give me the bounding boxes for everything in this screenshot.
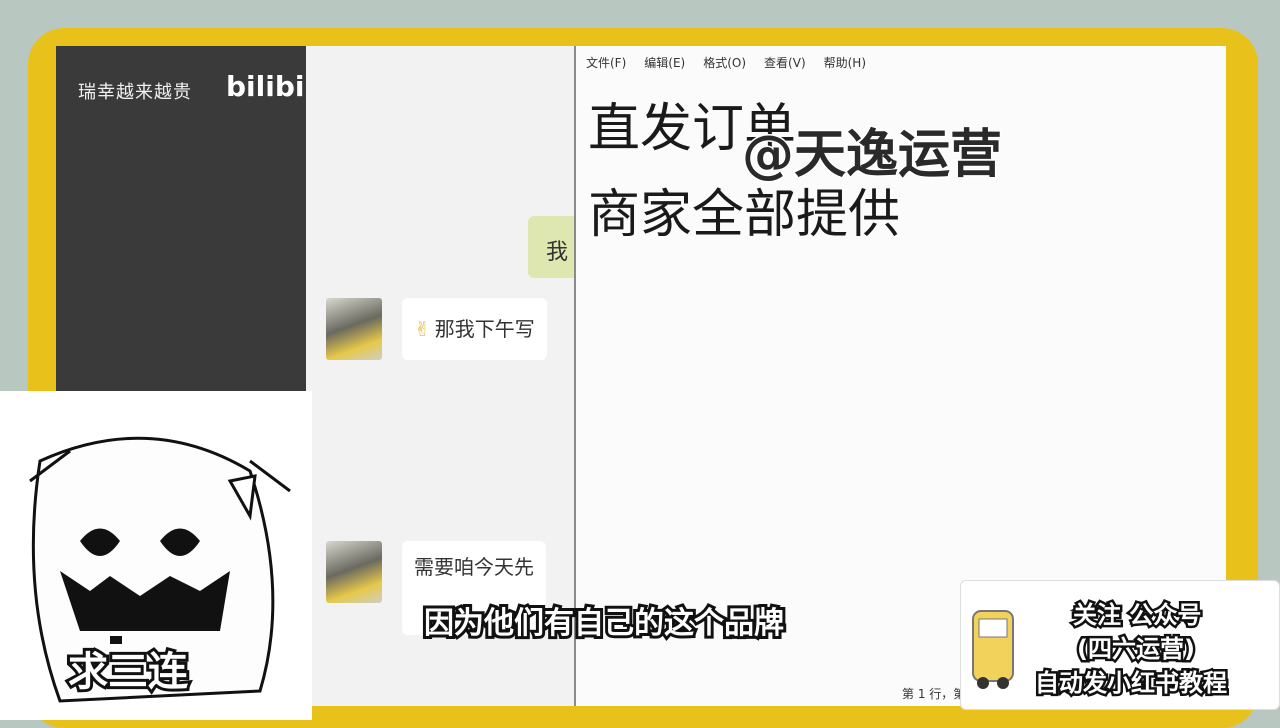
menu-format[interactable]: 格式(O)	[703, 54, 746, 71]
menu-bar: 文件(F) 编辑(E) 格式(O) 查看(V) 帮助(H)	[586, 54, 866, 71]
bus-mascot-icon	[972, 610, 1014, 689]
promo-line: 自动发小红书教程	[1033, 667, 1230, 700]
chat-message-text: 需要咱今天先	[414, 555, 534, 579]
sticker-caption: 求三连	[65, 646, 191, 698]
video-title-panel: 瑞幸越来越贵 bilibili	[56, 46, 324, 391]
chat-bubble-self: 我	[528, 216, 574, 278]
promo-card: 关注 公众号 (四六运营) 自动发小红书教程	[960, 580, 1280, 710]
avatar[interactable]	[326, 541, 382, 603]
promo-line: (四六运营)	[1075, 633, 1198, 666]
menu-help[interactable]: 帮助(H)	[824, 54, 866, 71]
promo-line: 关注 公众号	[1070, 599, 1203, 632]
menu-view[interactable]: 查看(V)	[764, 54, 806, 71]
status-bar: 第 1 行，第	[902, 687, 966, 701]
avatar[interactable]	[326, 298, 382, 360]
chat-message-text: 那我下午写	[434, 317, 535, 341]
video-title: 瑞幸越来越贵	[78, 82, 192, 103]
menu-file[interactable]: 文件(F)	[586, 54, 626, 71]
victory-hand-icon: ✌	[414, 317, 431, 341]
menu-edit[interactable]: 编辑(E)	[644, 54, 685, 71]
sticker-panel: 求三连	[0, 391, 312, 720]
chat-bubble-other: ✌ 那我下午写	[402, 298, 547, 360]
watermark: @天逸运营	[740, 124, 1003, 187]
subtitle-caption: 因为他们有自己的这个品牌	[421, 603, 787, 644]
